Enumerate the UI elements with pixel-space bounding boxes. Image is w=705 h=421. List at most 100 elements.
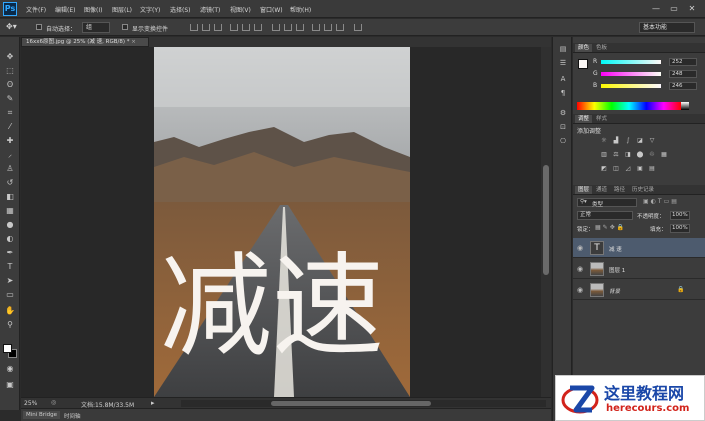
align-top-icon[interactable]: [190, 24, 198, 31]
document-close-icon[interactable]: ×: [131, 39, 136, 45]
blue-slider[interactable]: [601, 84, 661, 88]
tab-timeline[interactable]: 时间轴: [61, 411, 84, 421]
marquee-icon[interactable]: ⬚: [4, 65, 16, 77]
document-tab[interactable]: 16xx6原图.jpg @ 25% (减 速, RGB/8) * ×: [21, 37, 149, 47]
exposure-icon[interactable]: ◪: [635, 137, 645, 145]
blend-mode-dropdown[interactable]: 正常: [577, 211, 633, 220]
fill-value[interactable]: 100%: [670, 224, 690, 233]
canvas-area[interactable]: 减速: [21, 47, 541, 397]
paragraph-icon[interactable]: ¶: [557, 87, 569, 99]
tab-paths[interactable]: 路径: [611, 186, 628, 194]
layer-filter-dropdown[interactable]: ⚲▾ 类型: [577, 198, 637, 208]
layer-name[interactable]: 减 速: [609, 245, 622, 253]
menu-type[interactable]: 文字(Y): [140, 5, 160, 14]
threshold-icon[interactable]: ◿: [623, 165, 633, 173]
tool-presets-icon[interactable]: ⚙: [557, 107, 569, 119]
menu-image[interactable]: 图像(I): [84, 5, 102, 14]
visibility-eye-icon[interactable]: ◉: [577, 286, 583, 294]
align-bottom-icon[interactable]: [214, 24, 222, 31]
posterize-icon[interactable]: ◫: [611, 165, 621, 173]
align-left-icon[interactable]: [230, 24, 238, 31]
menu-help[interactable]: 帮助(H): [290, 5, 311, 14]
opacity-value[interactable]: 100%: [670, 211, 690, 220]
character-icon[interactable]: A: [557, 73, 569, 85]
brush-icon[interactable]: ⸝: [4, 149, 16, 161]
quick-mask-icon[interactable]: ◉: [4, 363, 16, 375]
selective-color-icon[interactable]: ▣: [635, 165, 645, 173]
screen-mode-icon[interactable]: ▣: [4, 379, 16, 391]
tab-layers[interactable]: 图层: [575, 186, 593, 194]
workspace-dropdown[interactable]: 基本功能: [639, 22, 695, 33]
blur-icon[interactable]: ●: [4, 219, 16, 231]
menu-edit[interactable]: 编辑(E): [55, 5, 75, 14]
menu-filter[interactable]: 滤镜(T): [200, 5, 220, 14]
status-menu-icon[interactable]: ◎: [51, 399, 56, 406]
gradient-icon[interactable]: ▦: [4, 205, 16, 217]
show-transform-checkbox[interactable]: [122, 24, 128, 30]
horizontal-scroll-thumb[interactable]: [271, 401, 431, 406]
auto-select-checkbox[interactable]: [36, 24, 42, 30]
color-fg-swatch[interactable]: [578, 59, 588, 69]
color-spectrum-bw[interactable]: [681, 102, 689, 110]
dodge-icon[interactable]: ◐: [4, 233, 16, 245]
status-arrow-icon[interactable]: ▸: [151, 399, 155, 407]
tab-color[interactable]: 颜色: [575, 44, 593, 52]
channel-mixer-icon[interactable]: ♲: [647, 151, 657, 159]
brush-presets-icon[interactable]: ⊡: [557, 121, 569, 133]
document-canvas[interactable]: 减速: [154, 47, 410, 397]
path-select-icon[interactable]: ➤: [4, 275, 16, 287]
healing-icon[interactable]: ✚: [4, 135, 16, 147]
brightness-icon[interactable]: ☼: [599, 137, 609, 145]
crop-icon[interactable]: ⌗: [4, 107, 16, 119]
distribute-bottom-icon[interactable]: [296, 24, 304, 31]
type-icon[interactable]: T: [4, 261, 16, 273]
color-spectrum[interactable]: [577, 102, 681, 110]
hue-saturation-icon[interactable]: ▥: [599, 151, 609, 159]
lock-icons[interactable]: ▦✎✥🔒: [595, 224, 626, 231]
vertical-scrollbar[interactable]: [541, 47, 551, 397]
distribute-right-icon[interactable]: [336, 24, 344, 31]
hand-icon[interactable]: ✋: [4, 305, 16, 317]
layer-row-image[interactable]: ◉ 图层 1: [573, 259, 705, 279]
horizontal-scrollbar[interactable]: [181, 400, 546, 407]
maximize-icon[interactable]: ▭: [667, 3, 681, 14]
layer-filter-icons[interactable]: ▣◐T▭▤: [643, 198, 679, 205]
tab-styles[interactable]: 样式: [593, 115, 610, 123]
layer-name[interactable]: 背景: [609, 287, 620, 295]
menu-layer[interactable]: 图层(L): [112, 5, 132, 14]
move-tool-icon[interactable]: ✥▾: [6, 22, 17, 31]
color-balance-icon[interactable]: ⚖: [611, 151, 621, 159]
menu-file[interactable]: 文件(F): [26, 5, 46, 14]
clone-source-icon[interactable]: ⎔: [557, 135, 569, 147]
visibility-eye-icon[interactable]: ◉: [577, 265, 583, 273]
vibrance-icon[interactable]: ▽: [647, 137, 657, 145]
levels-icon[interactable]: ▟: [611, 137, 621, 145]
blue-value[interactable]: 246: [669, 82, 697, 90]
tab-adjustments[interactable]: 调整: [575, 115, 593, 123]
menu-select[interactable]: 选择(S): [170, 5, 191, 14]
distribute-left-icon[interactable]: [312, 24, 320, 31]
menu-window[interactable]: 窗口(W): [260, 5, 283, 14]
green-value[interactable]: 248: [669, 70, 697, 78]
eraser-icon[interactable]: ◧: [4, 191, 16, 203]
green-slider[interactable]: [601, 72, 661, 76]
auto-select-dropdown[interactable]: 组: [82, 22, 110, 33]
red-value[interactable]: 252: [669, 58, 697, 66]
zoom-level[interactable]: 25%: [24, 400, 37, 407]
layer-row-background[interactable]: ◉ 背景 🔒: [573, 280, 705, 300]
shape-icon[interactable]: ▭: [4, 289, 16, 301]
gradient-map-icon[interactable]: ▤: [647, 165, 657, 173]
align-right-icon[interactable]: [254, 24, 262, 31]
stamp-icon[interactable]: ♙: [4, 163, 16, 175]
zoom-icon[interactable]: ⚲: [4, 319, 16, 331]
close-icon[interactable]: ✕: [685, 3, 699, 14]
distribute-top-icon[interactable]: [272, 24, 280, 31]
move-icon[interactable]: ✥: [4, 51, 16, 63]
properties-icon[interactable]: ☰: [557, 57, 569, 69]
curves-icon[interactable]: ∫: [623, 137, 633, 145]
minimize-icon[interactable]: —: [649, 3, 663, 14]
vertical-scroll-thumb[interactable]: [543, 165, 549, 275]
eyedropper-icon[interactable]: ⁄: [4, 121, 16, 133]
layer-name[interactable]: 图层 1: [609, 266, 625, 274]
canvas-text-layer[interactable]: 减速: [160, 247, 410, 367]
